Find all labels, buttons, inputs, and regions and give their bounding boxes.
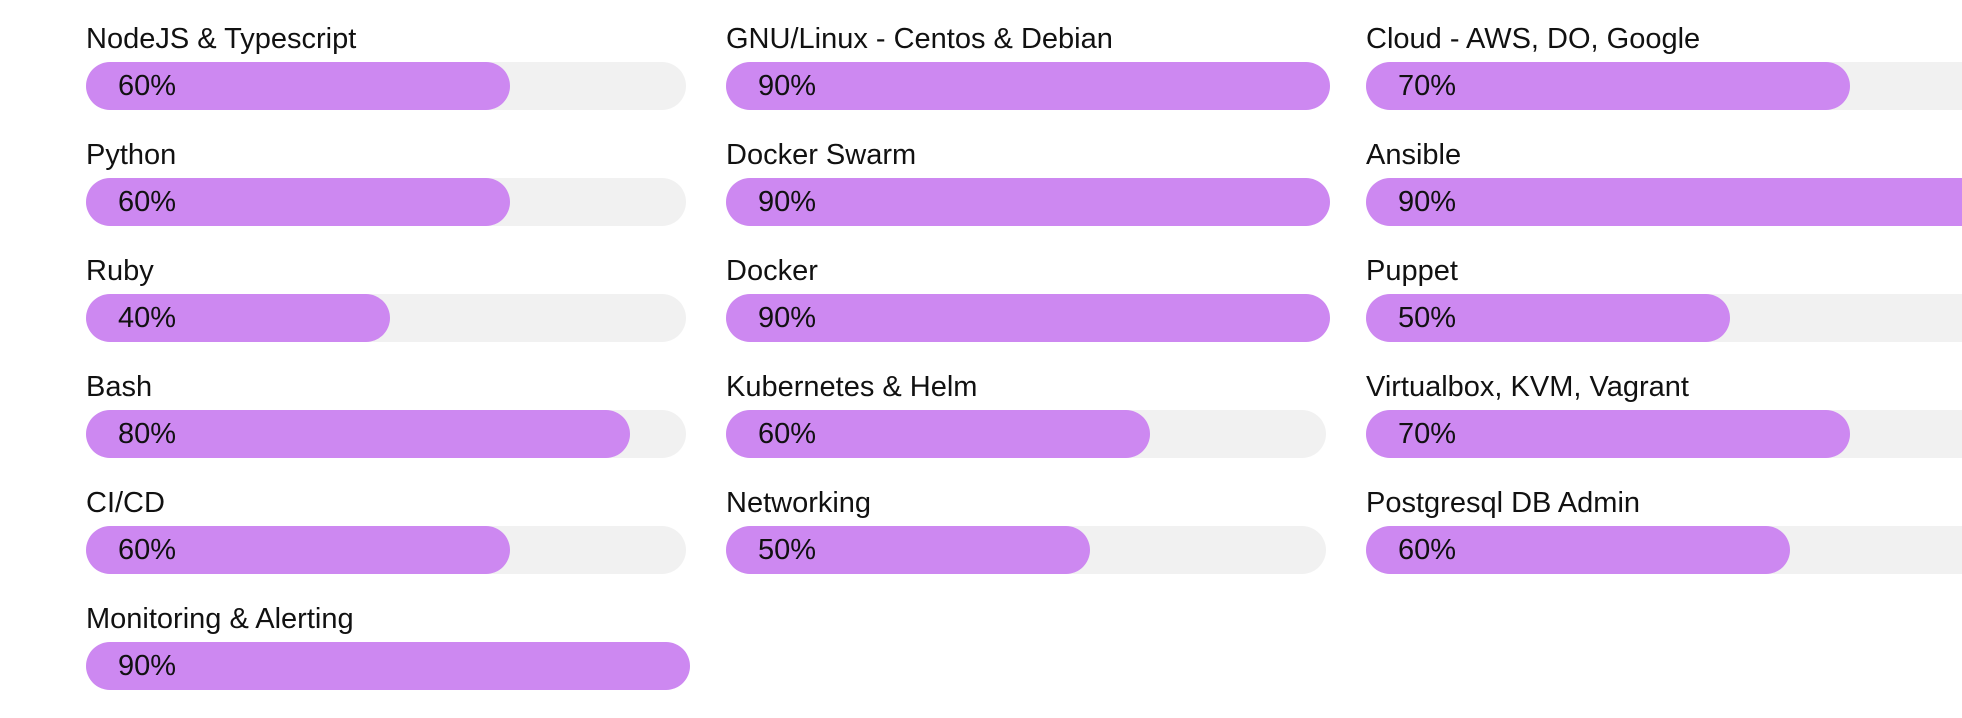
skill-item: Virtualbox, KVM, Vagrant 70% — [1366, 370, 1962, 486]
skill-item: Postgresql DB Admin 60% — [1366, 486, 1962, 602]
skill-progress-fill — [726, 62, 1330, 110]
skill-name: CI/CD — [86, 487, 165, 519]
skill-percentage: 60% — [118, 70, 177, 102]
skill-item: Networking 50% — [726, 486, 1326, 602]
skill-item: Cloud - AWS, DO, Google 70% — [1366, 22, 1962, 138]
skill-name: NodeJS & Typescript — [86, 23, 357, 55]
skill-percentage: 70% — [1398, 418, 1457, 450]
skill-name: Python — [86, 139, 177, 171]
skill-percentage: 80% — [118, 418, 177, 450]
skill-progress-track: 40% — [86, 294, 686, 342]
skills-section: NodeJS & Typescript 60% Python 60% Ruby 40% Ba… — [0, 0, 1962, 690]
skill-name: Ansible — [1366, 139, 1462, 171]
skill-percentage: 90% — [758, 186, 817, 218]
skill-item: Docker Swarm 90% — [726, 138, 1330, 254]
skill-item: Bash 80% — [86, 370, 686, 486]
skill-name: Networking — [726, 487, 872, 519]
skill-percentage: 60% — [118, 186, 177, 218]
skill-percentage: 70% — [1398, 70, 1457, 102]
skill-item: Puppet 50% — [1366, 254, 1962, 370]
skill-name: Puppet — [1366, 255, 1458, 287]
skill-progress-fill — [726, 178, 1330, 226]
skill-name: Bash — [86, 371, 153, 403]
skills-column-2: GNU/Linux - Centos & Debian 90% Docker Swa… — [726, 22, 1330, 602]
skills-column-3: Cloud - AWS, DO, Google 70% Ansible 90% Pupp… — [1366, 22, 1962, 602]
skill-progress-track: 60% — [726, 410, 1326, 458]
skill-progress-fill — [726, 294, 1330, 342]
skill-item: Ruby 40% — [86, 254, 686, 370]
skill-percentage: 90% — [1398, 186, 1457, 218]
skill-item: NodeJS & Typescript 60% — [86, 22, 686, 138]
skill-item: Python 60% — [86, 138, 686, 254]
skill-progress-fill — [86, 642, 690, 690]
skill-progress-track: 90% — [726, 294, 1330, 342]
skill-progress-track: 50% — [1366, 294, 1962, 342]
skill-progress-track: 80% — [86, 410, 686, 458]
skill-item: Monitoring & Alerting 90% — [86, 602, 690, 718]
skill-percentage: 40% — [118, 302, 177, 334]
skill-name: Virtualbox, KVM, Vagrant — [1366, 371, 1689, 403]
skill-name: Docker — [726, 255, 818, 287]
skill-item: Kubernetes & Helm 60% — [726, 370, 1326, 486]
skill-percentage: 90% — [758, 302, 817, 334]
skill-percentage: 60% — [758, 418, 817, 450]
skill-progress-track: 90% — [86, 642, 690, 690]
skill-progress-track: 90% — [726, 62, 1330, 110]
skill-progress-track: 60% — [1366, 526, 1962, 574]
skill-percentage: 60% — [118, 534, 177, 566]
skill-item: GNU/Linux - Centos & Debian 90% — [726, 22, 1330, 138]
skill-progress-track: 70% — [1366, 410, 1962, 458]
skill-item: Docker 90% — [726, 254, 1330, 370]
skill-item: Ansible 90% — [1366, 138, 1962, 254]
skill-percentage: 50% — [758, 534, 817, 566]
skill-percentage: 50% — [1398, 302, 1457, 334]
skill-progress-track: 90% — [1366, 178, 1962, 226]
skill-percentage: 90% — [118, 650, 177, 682]
skill-name: Kubernetes & Helm — [726, 371, 978, 403]
skill-percentage: 60% — [1398, 534, 1457, 566]
skill-progress-track: 50% — [726, 526, 1326, 574]
skills-column-1: NodeJS & Typescript 60% Python 60% Ruby 40% Ba… — [86, 22, 690, 718]
skill-item: CI/CD 60% — [86, 486, 686, 602]
skill-progress-track: 60% — [86, 526, 686, 574]
skill-percentage: 90% — [758, 70, 817, 102]
skill-name: Monitoring & Alerting — [86, 603, 354, 635]
skill-progress-track: 60% — [86, 62, 686, 110]
skill-progress-track: 90% — [726, 178, 1330, 226]
skill-name: Ruby — [86, 255, 154, 287]
skill-progress-track: 60% — [86, 178, 686, 226]
skill-name: Docker Swarm — [726, 139, 917, 171]
skill-name: GNU/Linux - Centos & Debian — [726, 23, 1113, 55]
skill-progress-track: 70% — [1366, 62, 1962, 110]
skill-name: Cloud - AWS, DO, Google — [1366, 23, 1701, 55]
skill-name: Postgresql DB Admin — [1366, 487, 1641, 519]
